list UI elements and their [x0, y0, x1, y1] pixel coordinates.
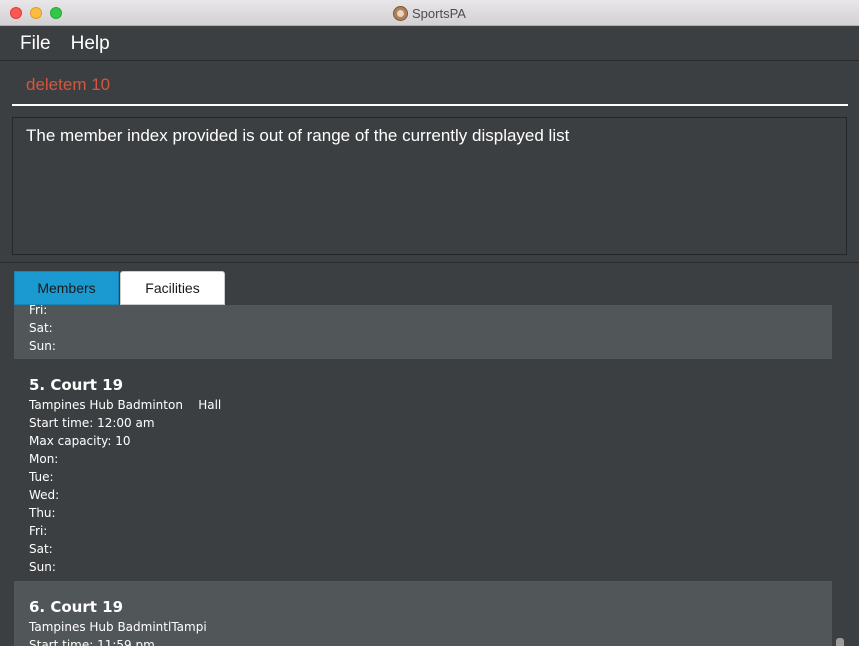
- command-box: [12, 62, 848, 106]
- menu-file[interactable]: File: [10, 33, 61, 55]
- title-bar[interactable]: SportsPA: [0, 0, 859, 26]
- facility-start-time: Start time: 11:59 pm: [29, 638, 155, 646]
- facility-day-sat: Sat:: [29, 542, 53, 556]
- panel-divider: [0, 262, 859, 263]
- facility-location: Tampines Hub Badminton Hall: [29, 398, 222, 412]
- menu-help[interactable]: Help: [61, 33, 120, 55]
- facility-start-time: Start time: 12:00 am: [29, 416, 155, 430]
- command-input[interactable]: [12, 62, 848, 104]
- card-line: Sat:: [29, 321, 53, 335]
- card-line: Sun:: [29, 339, 56, 353]
- facility-day-wed: Wed:: [29, 488, 60, 502]
- facility-name: 6. Court 19: [29, 598, 124, 616]
- list-item[interactable]: Fri: Sat: Sun:: [14, 305, 832, 359]
- facility-location: Tampines Hub BadmintlTampi: [29, 620, 207, 634]
- facility-day-tue: Tue:: [29, 470, 54, 484]
- list-item[interactable]: 6. Court 19 Tampines Hub BadmintlTampi S…: [14, 581, 832, 646]
- sportspa-logo-icon: [393, 5, 409, 21]
- facility-list[interactable]: Fri: Sat: Sun: 5. Court 19 Tampines Hub …: [14, 305, 832, 646]
- facility-day-thu: Thu:: [29, 506, 56, 520]
- app-window: SportsPA File Help The member index prov…: [0, 0, 859, 646]
- facility-max-capacity: Max capacity: 10: [29, 434, 131, 448]
- facility-day-mon: Mon:: [29, 452, 59, 466]
- card-line: Fri:: [29, 305, 48, 317]
- list-scrollbar-thumb[interactable]: [836, 638, 844, 646]
- result-message: The member index provided is out of rang…: [26, 126, 570, 145]
- menu-bar: File Help: [0, 27, 859, 61]
- facility-day-fri: Fri:: [29, 524, 48, 538]
- result-display: The member index provided is out of rang…: [12, 117, 847, 255]
- window-title: SportsPA: [412, 5, 466, 21]
- tab-members[interactable]: Members: [14, 271, 119, 305]
- title-wrap: SportsPA: [0, 0, 859, 26]
- list-item[interactable]: 5. Court 19 Tampines Hub Badminton Hall …: [14, 359, 832, 581]
- facility-name: 5. Court 19: [29, 376, 124, 394]
- list-scrollbar[interactable]: [832, 305, 848, 646]
- tab-facilities[interactable]: Facilities: [120, 271, 225, 305]
- facility-day-sun: Sun:: [29, 560, 56, 574]
